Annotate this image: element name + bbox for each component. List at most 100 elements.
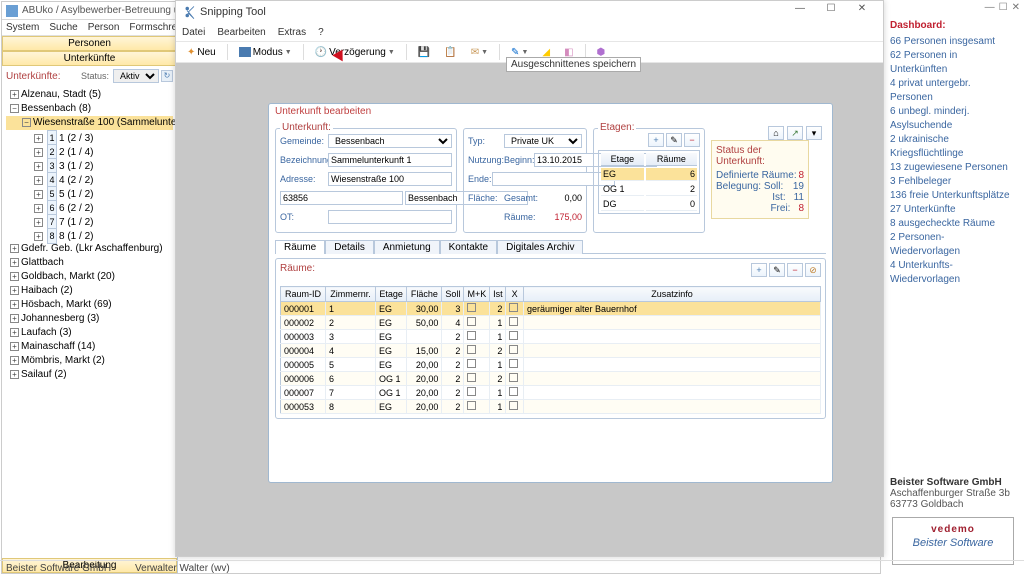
tree-item-selected[interactable]: −Wiesenstraße 100 (Sammelunterkunft 1)…	[6, 116, 173, 130]
table-row[interactable]: 0000055EG20,0021	[281, 358, 821, 372]
panel-header-unterkuenfte[interactable]: Unterkünfte	[2, 51, 177, 66]
col-header[interactable]: Zusatzinfo	[524, 287, 821, 302]
modus-button[interactable]: Modus▼	[234, 46, 297, 59]
typ-select[interactable]: Private UK	[504, 134, 582, 148]
col-header[interactable]: Soll	[442, 287, 464, 302]
tree-item[interactable]: +33 (1 / 2)	[6, 158, 173, 172]
mail-button[interactable]: ✉▼	[466, 46, 493, 59]
share-icon[interactable]: ↗	[787, 126, 803, 140]
dropdown-icon[interactable]: ▾	[806, 126, 822, 140]
max-btn[interactable]: ☐	[999, 2, 1008, 13]
status-select[interactable]: Aktiv	[113, 69, 159, 83]
verzoegerung-button[interactable]: 🕐Verzögerung▼	[310, 46, 400, 59]
tree-item[interactable]: +Laufach (3)	[6, 326, 173, 340]
table-row[interactable]: EG6	[601, 168, 697, 181]
tree-item[interactable]: +44 (2 / 2)	[6, 172, 173, 186]
snip-menu-help[interactable]: ?	[318, 27, 324, 38]
add-room-button[interactable]: +	[751, 263, 767, 277]
dashboard-item[interactable]: 27 Unterkünfte	[890, 203, 1014, 217]
snip-close-btn[interactable]: ✕	[847, 3, 877, 21]
table-row[interactable]: 0000022EG50,0041	[281, 316, 821, 330]
dashboard-item[interactable]: 4 Unterkunfts-Wiedervorlagen	[890, 259, 1014, 287]
tab-anmietung[interactable]: Anmietung	[374, 240, 440, 254]
edit-etage-button[interactable]: ✎	[666, 133, 682, 147]
col-header[interactable]: Etage	[375, 287, 406, 302]
tree-item[interactable]: +77 (1 / 2)	[6, 214, 173, 228]
tree-item[interactable]: +11 (2 / 3)	[6, 130, 173, 144]
close-btn[interactable]: ✕	[1012, 2, 1020, 13]
table-row[interactable]: OG 12	[601, 183, 697, 196]
plz-input[interactable]	[280, 191, 403, 205]
dashboard-item[interactable]: 2 Personen-Wiedervorlagen	[890, 231, 1014, 259]
save-button[interactable]: 💾	[413, 46, 435, 59]
tab-details[interactable]: Details	[325, 240, 374, 254]
tree[interactable]: +Alzenau, Stadt (5) −Bessenbach (8) −Wie…	[2, 86, 177, 558]
tree-item[interactable]: +Glattbach	[6, 256, 173, 270]
rooms-table[interactable]: Raum-ID Zimmernr. Etage Fläche Soll M+K …	[280, 286, 821, 414]
table-row[interactable]: 0000066OG 120,0022	[281, 372, 821, 386]
snip-menu-extras[interactable]: Extras	[278, 27, 306, 38]
tab-kontakte[interactable]: Kontakte	[440, 240, 497, 254]
tree-item[interactable]: +Hösbach, Markt (69)	[6, 298, 173, 312]
lock-room-button[interactable]: ⊘	[805, 263, 821, 277]
delete-room-button[interactable]: −	[787, 263, 803, 277]
col-header[interactable]: Fläche	[407, 287, 442, 302]
tree-item[interactable]: +Haibach (2)	[6, 284, 173, 298]
tree-item[interactable]: +Gdefr. Geb. (Lkr Aschaffenburg)	[6, 242, 173, 256]
dashboard-item[interactable]: 136 freie Unterkunftsplätze	[890, 189, 1014, 203]
etagen-table[interactable]: EtageRäume EG6 OG 12 DG0	[598, 150, 700, 214]
tab-raeume[interactable]: Räume	[275, 240, 325, 254]
delete-etage-button[interactable]: −	[684, 133, 700, 147]
snip-min-btn[interactable]: —	[785, 3, 815, 21]
col-header[interactable]: Ist	[490, 287, 506, 302]
tree-item[interactable]: −Bessenbach (8)	[6, 102, 173, 116]
tree-item[interactable]: +55 (1 / 2)	[6, 186, 173, 200]
add-etage-button[interactable]: +	[648, 133, 664, 147]
tree-item[interactable]: +Sailauf (2)	[6, 368, 173, 382]
tree-item[interactable]: +66 (2 / 2)	[6, 200, 173, 214]
table-row[interactable]: 0000033EG21	[281, 330, 821, 344]
dashboard-item[interactable]: 6 unbegl. minderj. Asylsuchende	[890, 105, 1014, 133]
home-icon[interactable]: ⌂	[768, 126, 784, 140]
tree-item[interactable]: +Mainaschaff (14)	[6, 340, 173, 354]
neu-button[interactable]: ✦Neu	[182, 46, 221, 59]
dashboard-item[interactable]: 4 privat untergebr. Personen	[890, 77, 1014, 105]
col-header[interactable]: Zimmernr.	[326, 287, 376, 302]
tree-item[interactable]: +22 (1 / 4)	[6, 144, 173, 158]
menu-person[interactable]: Person	[88, 22, 120, 33]
snip-menu-datei[interactable]: Datei	[182, 27, 205, 38]
edit-room-button[interactable]: ✎	[769, 263, 785, 277]
ot-input[interactable]	[328, 210, 452, 224]
dashboard-item[interactable]: 13 zugewiesene Personen	[890, 161, 1014, 175]
tree-item[interactable]: +Johannesberg (3)	[6, 312, 173, 326]
min-btn[interactable]: —	[985, 2, 995, 13]
col-header[interactable]: Raum-ID	[281, 287, 326, 302]
panel-header-personen[interactable]: Personen	[2, 36, 177, 51]
tab-archiv[interactable]: Digitales Archiv	[497, 240, 583, 254]
dashboard-item[interactable]: 3 Fehlbeleger	[890, 175, 1014, 189]
strasse-input[interactable]	[328, 172, 452, 186]
bezeichnung-input[interactable]	[328, 153, 452, 167]
col-header[interactable]: X	[506, 287, 524, 302]
dashboard-item[interactable]: 66 Personen insgesamt	[890, 35, 1014, 49]
tree-item[interactable]: +Mömbris, Markt (2)	[6, 354, 173, 368]
menu-system[interactable]: System	[6, 22, 39, 33]
snip-max-btn[interactable]: ☐	[816, 3, 846, 21]
gemeinde-select[interactable]: Bessenbach	[328, 134, 452, 148]
dashboard-item[interactable]: 8 ausgecheckte Räume	[890, 217, 1014, 231]
dashboard-item[interactable]: 2 ukrainische Kriegsflüchtlinge	[890, 133, 1014, 161]
snip-menubar[interactable]: Datei Bearbeiten Extras ?	[176, 23, 883, 41]
col-header[interactable]: M+K	[464, 287, 490, 302]
table-row[interactable]: 0000044EG15,0022	[281, 344, 821, 358]
refresh-icon[interactable]: ↻	[161, 70, 173, 82]
table-row[interactable]: 0000538EG20,0021	[281, 400, 821, 414]
table-row[interactable]: 0000011EG30,0032geräumiger alter Bauernh…	[281, 302, 821, 316]
snip-menu-bearbeiten[interactable]: Bearbeiten	[217, 27, 265, 38]
tree-item[interactable]: +Goldbach, Markt (20)	[6, 270, 173, 284]
tree-item[interactable]: +Alzenau, Stadt (5)	[6, 88, 173, 102]
table-row[interactable]: 0000077OG 120,0021	[281, 386, 821, 400]
snip-titlebar[interactable]: Snipping Tool — ☐ ✕	[176, 1, 883, 23]
menu-suche[interactable]: Suche	[49, 22, 77, 33]
dashboard-item[interactable]: 62 Personen in Unterkünften	[890, 49, 1014, 77]
copy-button[interactable]: 📋	[439, 46, 461, 59]
